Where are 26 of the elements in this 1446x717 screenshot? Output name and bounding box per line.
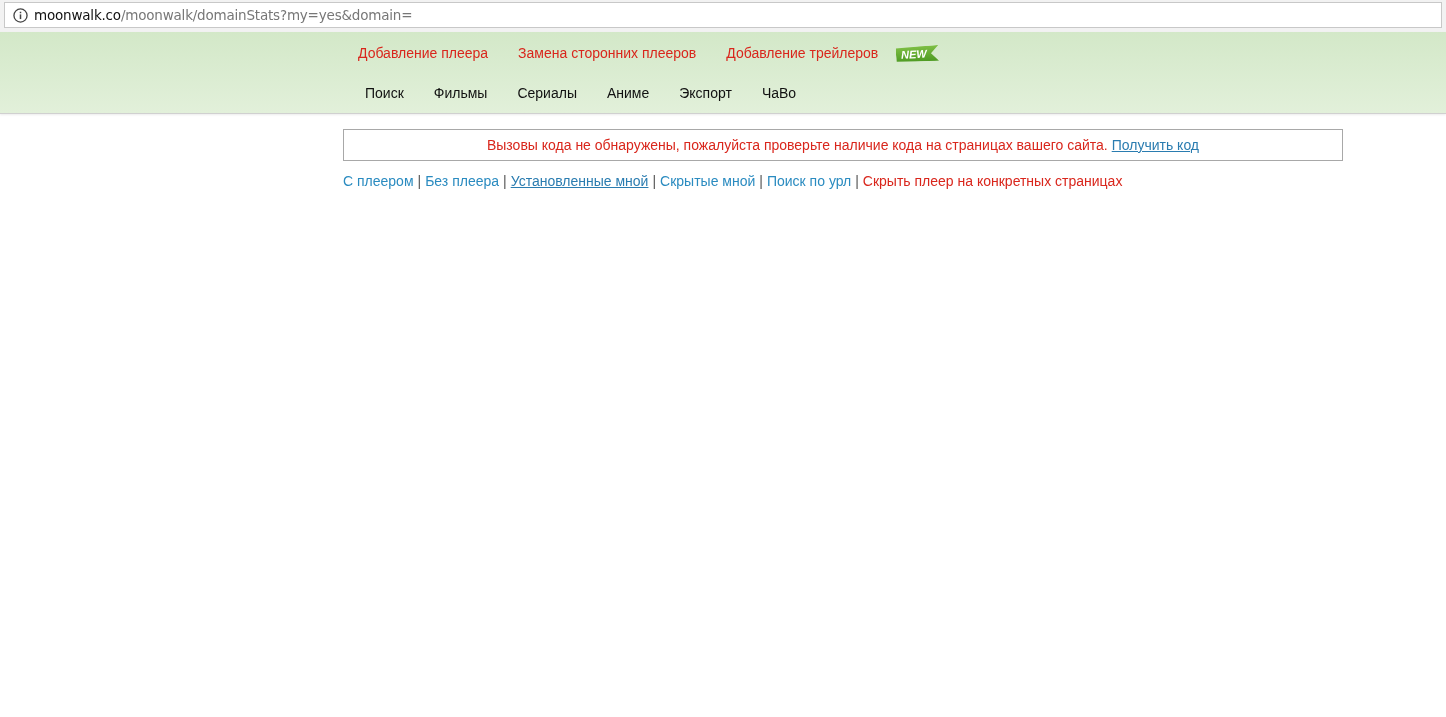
info-icon[interactable] xyxy=(13,7,28,23)
notice-message: Вызовы кода не обнаружены, пожалуйста проверьте наличие кода на страницах вашего сайта. xyxy=(486,135,1108,155)
link-separator: | xyxy=(758,172,764,191)
filter-link[interactable]: Скрытые мной xyxy=(660,171,756,192)
link-separator: | xyxy=(854,172,860,191)
nav-link[interactable]: ЧаВо xyxy=(746,82,812,104)
header-link[interactable]: Добавление плеера xyxy=(343,43,504,64)
address-bar[interactable]: moonwalk.co/moonwalk/domainStats?my=yes&domain= xyxy=(4,2,1442,28)
get-code-link[interactable]: Получить код xyxy=(1111,134,1200,156)
header-link[interactable]: Добавление трейлеров xyxy=(711,43,894,64)
filter-link[interactable]: Установленные мной xyxy=(510,171,649,192)
url-text: moonwalk.co/moonwalk/domainStats?my=yes&domain= xyxy=(34,5,413,25)
header-link[interactable]: Замена сторонних плееров xyxy=(503,43,712,64)
nav-link[interactable]: Поиск xyxy=(350,82,419,104)
nav-link[interactable]: Аниме xyxy=(591,82,665,104)
new-badge: NEW xyxy=(895,44,940,63)
filter-link[interactable]: Поиск по урл xyxy=(766,171,852,192)
nav-link[interactable]: Сериалы xyxy=(502,82,592,104)
filter-link[interactable]: С плеером xyxy=(343,171,414,192)
link-separator: | xyxy=(651,172,658,191)
filter-link[interactable]: Без плеера xyxy=(425,171,500,192)
hide-player-link[interactable]: Скрыть плеер на конкретных страницах xyxy=(862,171,1123,192)
link-separator: | xyxy=(416,172,423,191)
nav-link[interactable]: Экспорт xyxy=(664,82,747,104)
link-separator: | xyxy=(502,172,508,191)
nav-link[interactable]: Фильмы xyxy=(418,82,503,104)
